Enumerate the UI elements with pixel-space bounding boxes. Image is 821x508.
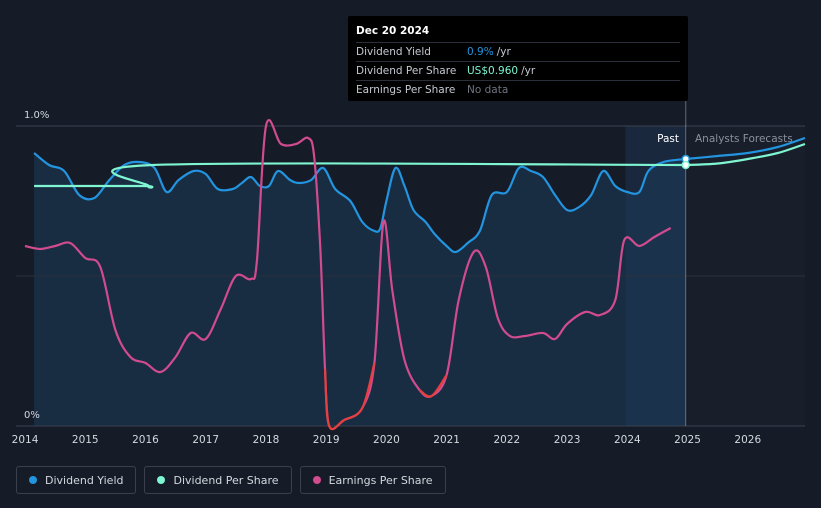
legend-item-dividend-per-share[interactable]: Dividend Per Share — [144, 466, 292, 494]
tooltip-value: No data — [467, 84, 509, 96]
legend-label: Dividend Yield — [45, 473, 124, 487]
x-tick-label: 2020 — [373, 434, 400, 446]
dividend-per-share-marker — [681, 160, 690, 170]
dividend-yield-area — [34, 153, 686, 426]
y-tick-label-bottom: 0% — [24, 410, 40, 421]
x-tick-label: 2023 — [554, 434, 581, 446]
legend-dot — [312, 476, 321, 484]
past-label: Past — [657, 133, 679, 145]
y-tick-label-top: 1.0% — [24, 110, 49, 121]
legend-label: Earnings Per Share — [328, 473, 433, 487]
legend-dot — [157, 476, 166, 484]
x-tick-label: 2025 — [674, 434, 701, 446]
legend-dot — [29, 476, 37, 484]
tooltip-date: Dec 20 2024 — [356, 25, 430, 37]
legend-item-earnings-per-share[interactable]: Earnings Per Share — [299, 466, 446, 494]
tooltip-label: Dividend Yield — [356, 46, 431, 58]
tooltip-unit: /yr — [521, 65, 536, 77]
legend-label: Dividend Per Share — [173, 473, 279, 487]
x-tick-label: 2017 — [192, 434, 219, 446]
x-tick-label: 2015 — [72, 434, 99, 446]
tooltip: Dec 20 2024 Dividend Yield 0.9% /yr Divi… — [348, 16, 688, 101]
x-tick-label: 2019 — [313, 434, 340, 446]
tooltip-row-dividend-per-share: Dividend Per Share US$0.960 /yr — [356, 61, 680, 80]
x-tick-label: 2018 — [253, 434, 280, 446]
x-tick-label: 2014 — [12, 434, 39, 446]
tooltip-label: Dividend Per Share — [356, 65, 457, 77]
x-tick-label: 2021 — [433, 434, 460, 446]
tooltip-label: Earnings Per Share — [356, 84, 456, 96]
tooltip-value: 0.9% — [467, 46, 494, 58]
x-tick-label: 2022 — [493, 434, 520, 446]
x-tick-label: 2016 — [132, 434, 159, 446]
tooltip-row-earnings-per-share: Earnings Per Share No data — [356, 80, 680, 99]
tooltip-row-dividend-yield: Dividend Yield 0.9% /yr — [356, 42, 680, 61]
tooltip-value: US$0.960 — [467, 65, 519, 77]
legend: Dividend Yield Dividend Per Share Earnin… — [16, 466, 446, 494]
x-tick-label: 2024 — [614, 434, 641, 446]
tooltip-unit: /yr — [496, 46, 511, 58]
x-tick-label: 2026 — [734, 434, 761, 446]
legend-item-dividend-yield[interactable]: Dividend Yield — [16, 466, 137, 494]
forecast-label: Analysts Forecasts — [695, 133, 793, 145]
